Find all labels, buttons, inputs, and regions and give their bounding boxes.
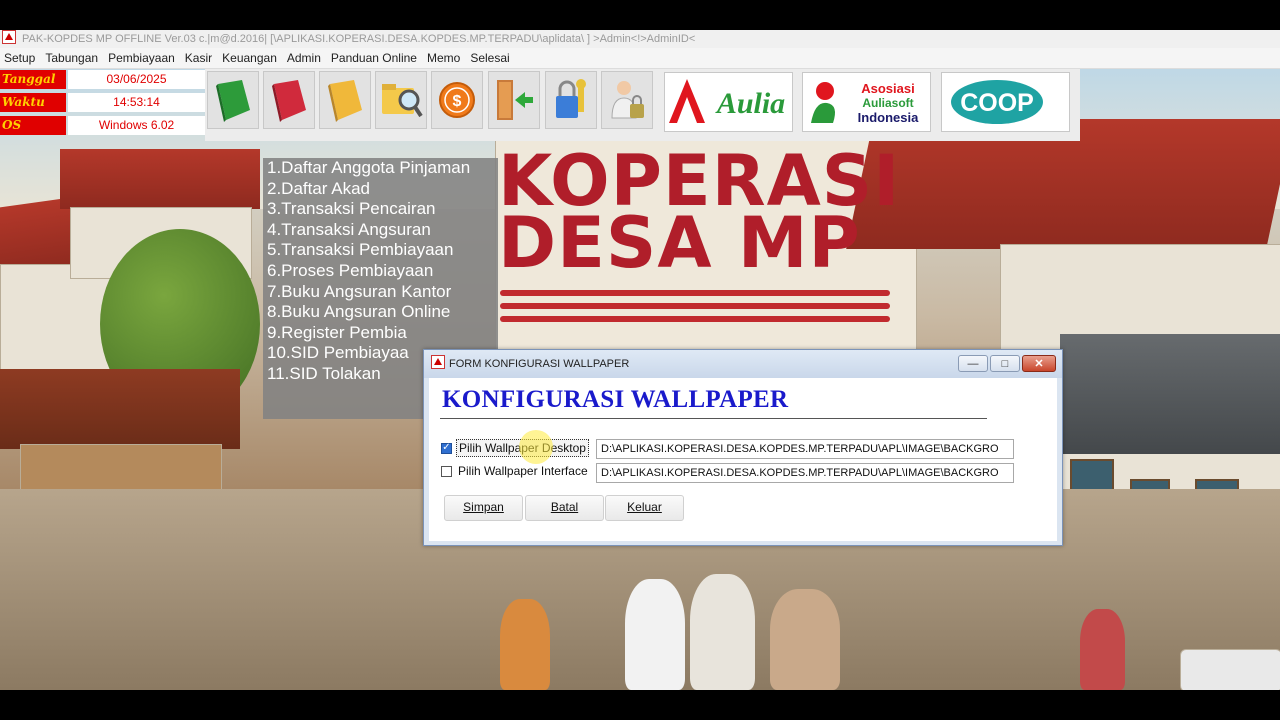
info-panel: Tanggal 03/06/2025 Waktu 14:53:14 OS Win… (0, 69, 205, 138)
coop-logo: COOP (941, 72, 1070, 132)
aulia-logo: Aulia (664, 72, 793, 132)
desktop-wallpaper-option[interactable]: ✓ Pilih Wallpaper Desktop (441, 439, 589, 457)
dialog-app-icon (431, 355, 445, 369)
yellow-folder-icon (328, 80, 362, 122)
wallpaper-person (625, 579, 685, 690)
green-folder-icon (216, 80, 250, 122)
wallpaper-person (500, 599, 550, 690)
wallpaper-person (690, 574, 755, 690)
menu-item-transaksi-angsuran[interactable]: 4.Transaksi Angsuran (263, 220, 498, 241)
dialog-title: FORM KONFIGURASI WALLPAPER (449, 358, 630, 370)
menu-memo[interactable]: Memo (422, 48, 465, 68)
menu-setup[interactable]: Setup (0, 48, 40, 68)
desktop-wallpaper-path[interactable]: D:\APLIKASI.KOPERASI.DESA.KOPDES.MP.TERP… (596, 439, 1014, 459)
wallpaper-book-lines (500, 290, 890, 340)
menu-tabungan[interactable]: Tabungan (40, 48, 103, 68)
wallpaper-roof (1060, 334, 1280, 454)
letterbox-top (0, 0, 1280, 30)
wallpaper-banner: KOPERASI DESA MP (498, 146, 918, 284)
asosiasi-line3: Indonesia (858, 110, 919, 125)
app-title-bar: PAK-KOPDES MP OFFLINE Ver.03 c.|m@d.2016… (0, 30, 1280, 48)
aulia-logo-text: Aulia (715, 87, 785, 120)
heading-divider (440, 418, 987, 419)
menu-item-buku-angsuran-kantor[interactable]: 7.Buku Angsuran Kantor (263, 282, 498, 303)
batal-label: Batal (550, 500, 579, 514)
dollar-coin-icon: $ (439, 82, 475, 118)
dialog-body: KONFIGURASI WALLPAPER ✓ Pilih Wallpaper … (429, 378, 1057, 541)
mouse-cursor-highlight (519, 430, 553, 464)
batal-button[interactable]: Batal (525, 495, 604, 521)
toolbar-dollar-button[interactable]: $ (431, 71, 483, 129)
toolbar-red-folder-button[interactable] (263, 71, 315, 129)
keluar-button[interactable]: Keluar (605, 495, 684, 521)
coop-logo-text: COOP (960, 89, 1034, 117)
aulia-software-logo: Aulia (669, 79, 785, 123)
app-title-text: PAK-KOPDES MP OFFLINE Ver.03 c.|m@d.2016… (22, 33, 696, 45)
menu-item-transaksi-pencairan[interactable]: 3.Transaksi Pencairan (263, 199, 498, 220)
toolbar-yellow-folder-button[interactable] (319, 71, 371, 129)
tanggal-label: Tanggal (0, 70, 66, 89)
menu-item-register-pembiayaan[interactable]: 9.Register Pembia (263, 323, 498, 344)
app-icon (2, 30, 16, 44)
user-lock-icon (611, 81, 644, 119)
menu-panduan-online[interactable]: Panduan Online (326, 48, 422, 68)
menu-pembiayaan[interactable]: Pembiayaan (103, 48, 180, 68)
menu-item-transaksi-pembiayaan[interactable]: 5.Transaksi Pembiayaan (263, 240, 498, 261)
waktu-value: 14:53:14 (68, 93, 205, 112)
search-folder-icon (382, 84, 423, 118)
letterbox-bottom (0, 690, 1280, 720)
interface-wallpaper-option[interactable]: Pilih Wallpaper Interface (441, 462, 590, 480)
wallpaper-banner-line2: DESA MP (498, 202, 861, 284)
menu-item-proses-pembiayaan[interactable]: 6.Proses Pembiayaan (263, 261, 498, 282)
maximize-button[interactable]: □ (990, 355, 1020, 372)
svg-text:$: $ (453, 93, 462, 110)
tanggal-value: 03/06/2025 (68, 70, 205, 89)
close-button[interactable]: ✕ (1022, 355, 1056, 372)
menu-selesai[interactable]: Selesai (465, 48, 514, 68)
menu-item-daftar-anggota-pinjaman[interactable]: 1.Daftar Anggota Pinjaman (263, 158, 498, 179)
exit-door-icon (497, 80, 533, 120)
close-icon: ✕ (1034, 358, 1044, 370)
waktu-label: Waktu (0, 93, 66, 112)
wallpaper-roof (0, 369, 240, 449)
toolbar: $ Aulia Asosiasi Auliasoft Indonesia COO… (205, 69, 1080, 141)
wallpaper-roof (60, 149, 260, 209)
dialog-heading: KONFIGURASI WALLPAPER (442, 386, 789, 413)
simpan-button[interactable]: Simpan (444, 495, 523, 521)
asosiasi-line1: Asosiasi (861, 81, 914, 96)
menu-kasir[interactable]: Kasir (180, 48, 217, 68)
interface-wallpaper-path[interactable]: D:\APLIKASI.KOPERASI.DESA.KOPDES.MP.TERP… (596, 463, 1014, 483)
keluar-label: Keluar (627, 500, 662, 514)
maximize-icon: □ (1001, 357, 1009, 370)
lock-key-icon (556, 79, 586, 118)
menu-keuangan[interactable]: Keuangan (217, 48, 282, 68)
menu-item-buku-angsuran-online[interactable]: 8.Buku Angsuran Online (263, 302, 498, 323)
toolbar-lock-key-button[interactable] (545, 71, 597, 129)
toolbar-search-folder-button[interactable] (375, 71, 427, 129)
toolbar-green-folder-button[interactable] (207, 71, 259, 129)
desktop-wallpaper-checkbox[interactable]: ✓ (441, 442, 452, 454)
minimize-button[interactable]: — (958, 355, 988, 372)
toolbar-user-lock-button[interactable] (601, 71, 653, 129)
os-value: Windows 6.02 (68, 116, 205, 135)
toolbar-exit-door-button[interactable] (488, 71, 540, 129)
menu-item-daftar-akad[interactable]: 2.Daftar Akad (263, 179, 498, 200)
menu-admin[interactable]: Admin (282, 48, 326, 68)
wallpaper-person (1080, 609, 1125, 690)
menu-bar: Setup Tabungan Pembiayaan Kasir Keuangan Admi… (0, 48, 1280, 69)
minimize-icon: — (967, 357, 979, 370)
coop-logo-graphic: COOP (951, 80, 1043, 124)
wallpaper-car (1180, 649, 1280, 690)
wallpaper-person (770, 589, 840, 690)
simpan-label: Simpan (463, 500, 504, 514)
interface-wallpaper-label[interactable]: Pilih Wallpaper Interface (456, 463, 590, 479)
asosiasi-auliasoft-logo: Asosiasi Auliasoft Indonesia (811, 81, 919, 125)
asosiasi-logo: Asosiasi Auliasoft Indonesia (802, 72, 931, 132)
interface-wallpaper-checkbox[interactable] (441, 465, 452, 477)
red-folder-icon (272, 80, 306, 122)
os-label: OS (0, 116, 66, 135)
asosiasi-line2: Auliasoft (862, 96, 913, 110)
